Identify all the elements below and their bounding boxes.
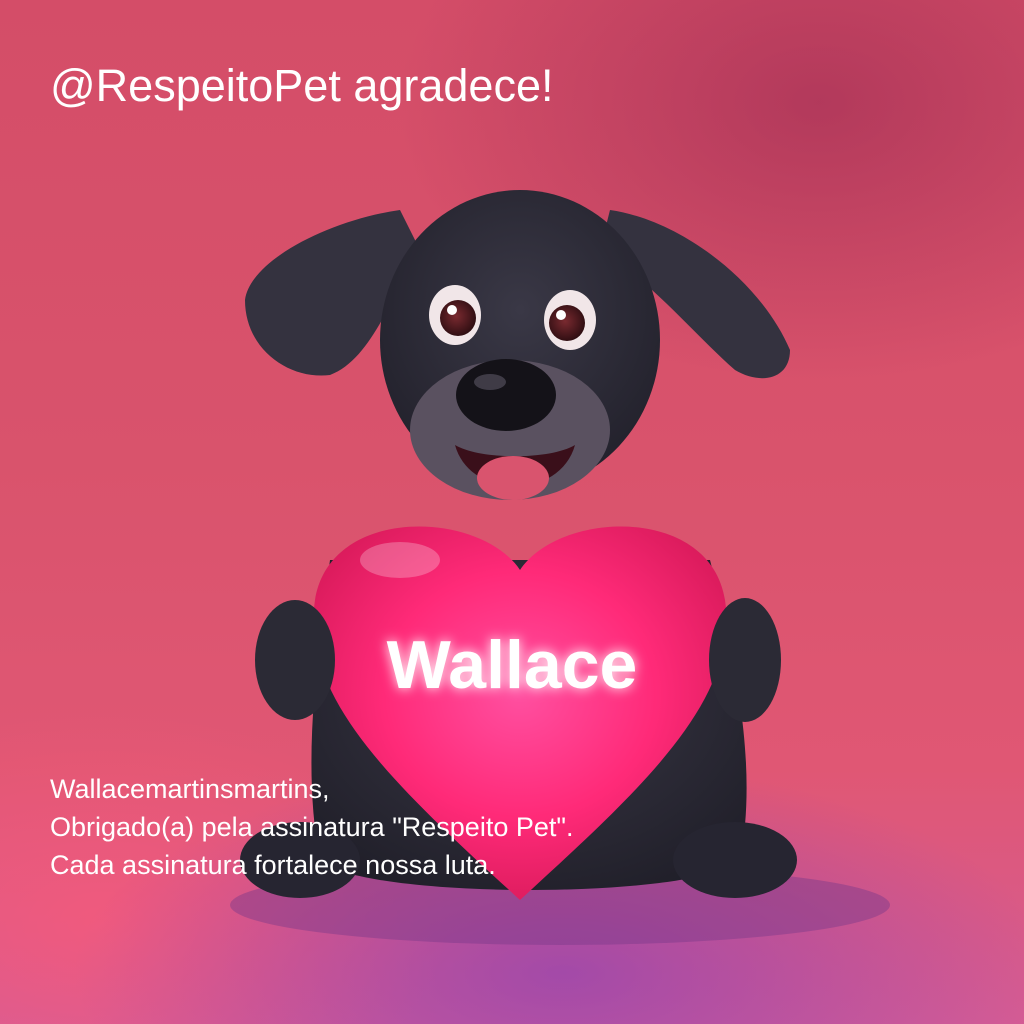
message-line-recipient: Wallacemartinsmartins, bbox=[50, 774, 330, 804]
dog-hand-right bbox=[709, 598, 781, 722]
message-line-closing: Cada assinatura fortalece nossa luta. bbox=[50, 850, 496, 880]
heart-name: Wallace bbox=[387, 627, 638, 703]
dog-tongue bbox=[477, 456, 549, 500]
dog-hand-left bbox=[255, 600, 335, 720]
dog-nose bbox=[456, 359, 556, 431]
headline: @RespeitoPet agradece! bbox=[50, 60, 554, 111]
card-canvas: Wallace @RespeitoPet agradece! Wallacema… bbox=[0, 0, 1024, 1024]
thank-you-message: Wallacemartinsmartins, Obrigado(a) pela … bbox=[50, 770, 573, 884]
dog-paw-right bbox=[673, 822, 797, 898]
message-line-thanks: Obrigado(a) pela assinatura "Respeito Pe… bbox=[50, 812, 574, 842]
